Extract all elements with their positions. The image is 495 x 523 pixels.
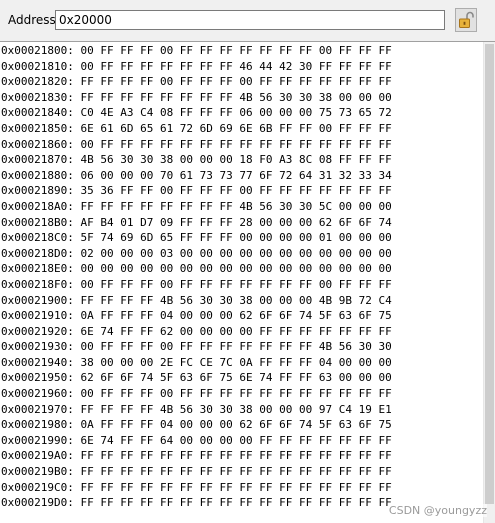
memory-row: 0x000218A0: FF FF FF FF FF FF FF FF 4B 5… <box>1 199 392 213</box>
memory-row: 0x00021850: 6E 61 6D 65 61 72 6D 69 6E 6… <box>1 121 392 135</box>
lock-button[interactable] <box>455 8 477 32</box>
vertical-scrollbar[interactable] <box>483 42 495 523</box>
memory-row: 0x00021970: FF FF FF FF 4B 56 30 30 38 0… <box>1 402 392 416</box>
memory-row: 0x00021960: 00 FF FF FF 00 FF FF FF FF F… <box>1 387 392 401</box>
memory-row: 0x000219A0: FF FF FF FF FF FF FF FF FF F… <box>1 449 392 463</box>
memory-row: 0x00021900: FF FF FF FF 4B 56 30 30 38 0… <box>1 293 392 307</box>
address-label: Address: <box>8 13 60 27</box>
memory-row: 0x00021930: 00 FF FF FF 00 FF FF FF FF F… <box>1 340 392 354</box>
address-input[interactable] <box>55 10 445 30</box>
memory-row: 0x00021830: FF FF FF FF FF FF FF FF 4B 5… <box>1 90 392 104</box>
memory-row: 0x000218B0: AF B4 01 D7 09 FF FF FF 28 0… <box>1 215 392 229</box>
memory-row: 0x00021950: 62 6F 6F 74 5F 63 6F 75 6E 7… <box>1 371 392 385</box>
memory-row: 0x00021890: 35 36 FF FF 00 FF FF FF 00 F… <box>1 184 392 198</box>
address-toolbar: Address: <box>0 0 495 41</box>
memory-row: 0x000218D0: 02 00 00 00 03 00 00 00 00 0… <box>1 246 392 260</box>
memory-row: 0x00021940: 38 00 00 00 2E FC CE 7C 0A F… <box>1 355 392 369</box>
memory-row: 0x000219B0: FF FF FF FF FF FF FF FF FF F… <box>1 465 392 479</box>
memory-row: 0x00021980: 0A FF FF FF 04 00 00 00 62 6… <box>1 418 392 432</box>
memory-row: 0x00021820: FF FF FF FF 00 FF FF FF 00 F… <box>1 75 392 89</box>
memory-row: 0x000219D0: FF FF FF FF FF FF FF FF FF F… <box>1 496 392 510</box>
watermark: CSDN @youngyzz <box>388 504 487 517</box>
memory-row: 0x00021860: 00 FF FF FF FF FF FF FF FF F… <box>1 137 392 151</box>
memory-dump: 0x00021800: 00 FF FF FF 00 FF FF FF FF F… <box>1 43 392 511</box>
memory-view[interactable]: 0x00021800: 00 FF FF FF 00 FF FF FF FF F… <box>0 41 495 523</box>
memory-row: 0x00021810: 00 FF FF FF FF FF FF FF 46 4… <box>1 59 392 73</box>
memory-row: 0x00021990: 6E 74 FF FF 64 00 00 00 00 F… <box>1 433 392 447</box>
scrollbar-thumb[interactable] <box>485 44 494 504</box>
memory-row: 0x00021920: 6E 74 FF FF 62 00 00 00 00 F… <box>1 324 392 338</box>
memory-row: 0x000218F0: 00 FF FF FF 00 FF FF FF FF F… <box>1 277 392 291</box>
padlock-open-icon <box>459 11 474 28</box>
memory-row: 0x00021880: 06 00 00 00 70 61 73 73 77 6… <box>1 168 392 182</box>
memory-row: 0x000218E0: 00 00 00 00 00 00 00 00 00 0… <box>1 262 392 276</box>
memory-row: 0x00021910: 0A FF FF FF 04 00 00 00 62 6… <box>1 309 392 323</box>
memory-row: 0x000219C0: FF FF FF FF FF FF FF FF FF F… <box>1 480 392 494</box>
memory-row: 0x00021840: C0 4E A3 C4 08 FF FF FF 06 0… <box>1 106 392 120</box>
memory-row: 0x00021870: 4B 56 30 30 38 00 00 00 18 F… <box>1 153 392 167</box>
memory-row: 0x000218C0: 5F 74 69 6D 65 FF FF FF 00 0… <box>1 231 392 245</box>
memory-row: 0x00021800: 00 FF FF FF 00 FF FF FF FF F… <box>1 44 392 57</box>
